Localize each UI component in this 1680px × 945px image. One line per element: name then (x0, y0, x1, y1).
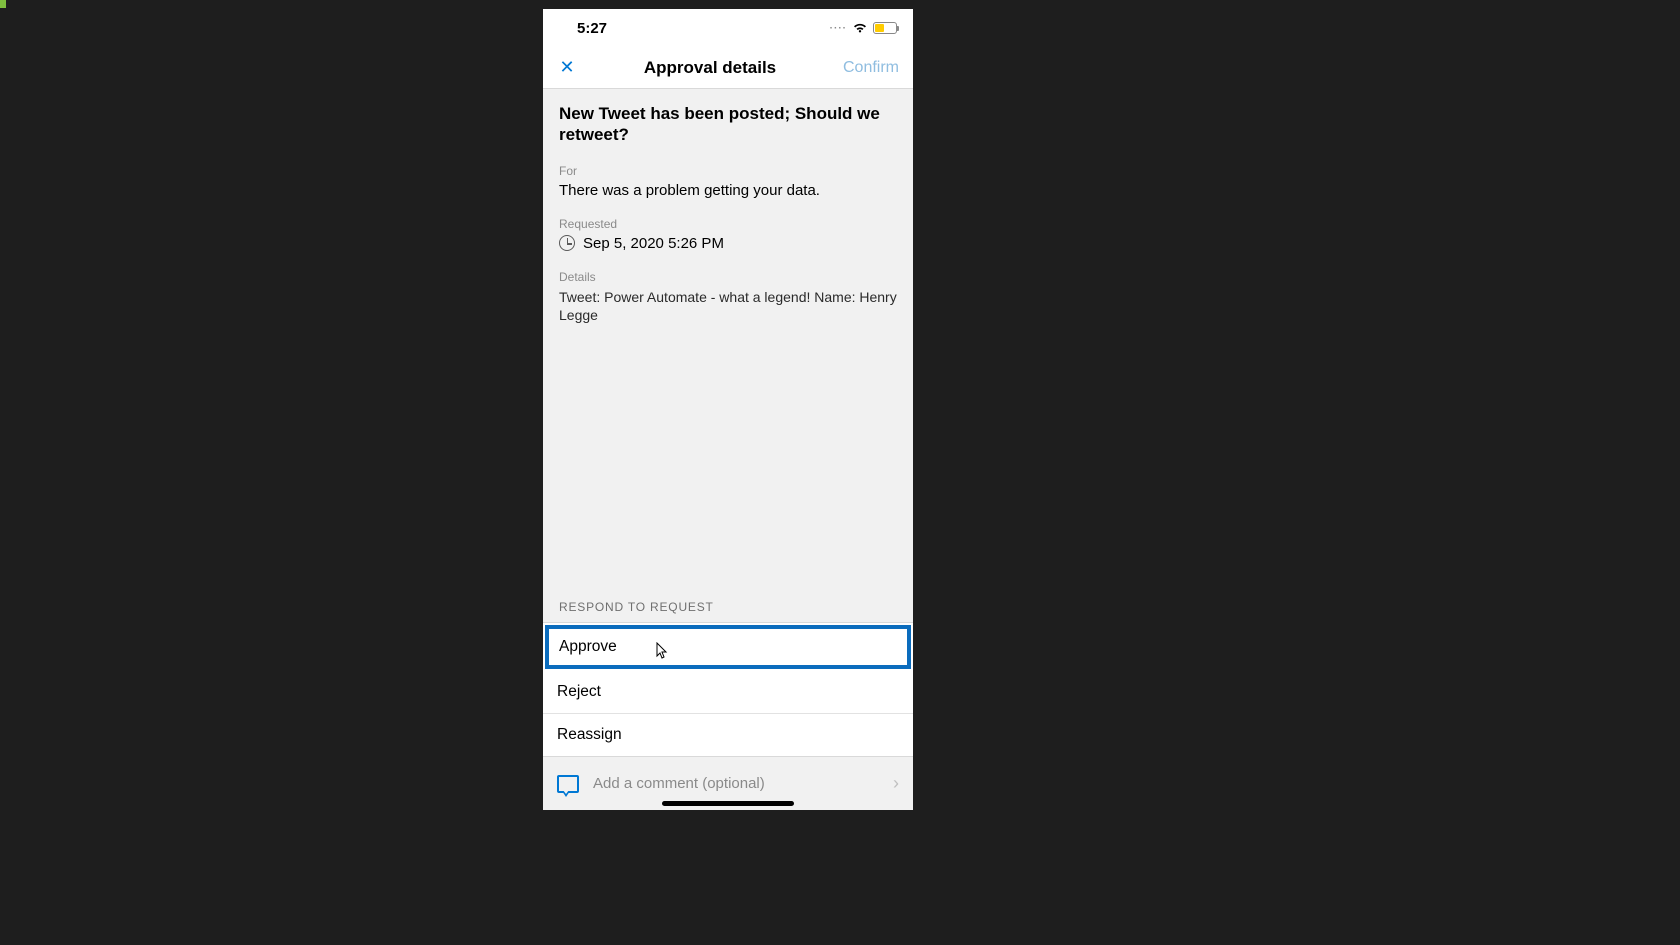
for-value: There was a problem getting your data. (559, 182, 897, 199)
scroll-body: New Tweet has been posted; Should we ret… (543, 89, 913, 810)
comment-input[interactable] (593, 775, 879, 792)
reassign-option[interactable]: Reassign (543, 714, 913, 756)
cursor-pointer-icon (656, 642, 668, 665)
nav-header: ✕ Approval details Confirm (543, 47, 913, 89)
requested-section: Requested Sep 5, 2020 5:26 PM (559, 217, 897, 252)
approve-option-label: Approve (559, 638, 617, 655)
details-label: Details (559, 270, 897, 284)
status-icons: ···· (830, 22, 897, 34)
close-button[interactable]: ✕ (555, 57, 579, 78)
home-indicator[interactable] (662, 801, 794, 806)
respond-options-list: Approve Reject Reassign (543, 622, 913, 756)
reject-option[interactable]: Reject (543, 671, 913, 714)
for-section: For There was a problem getting your dat… (559, 164, 897, 199)
respond-label: RESPOND TO REQUEST (543, 600, 913, 622)
details-value: Tweet: Power Automate - what a legend! N… (559, 288, 897, 324)
comment-bar: › (543, 756, 913, 810)
content-area: New Tweet has been posted; Should we ret… (543, 89, 913, 600)
status-bar: 5:27 ···· (543, 9, 913, 47)
requested-value: Sep 5, 2020 5:26 PM (583, 235, 724, 252)
battery-icon (873, 22, 897, 34)
approve-option[interactable]: Approve (545, 625, 911, 669)
reject-option-label: Reject (557, 683, 601, 700)
cellular-icon: ···· (830, 23, 847, 34)
respond-section: RESPOND TO REQUEST Approve Reject Reassi… (543, 600, 913, 756)
for-label: For (559, 164, 897, 178)
phone-frame: 5:27 ···· ✕ Approval details Confirm New… (543, 9, 913, 810)
chevron-right-icon[interactable]: › (893, 773, 899, 794)
approval-title: New Tweet has been posted; Should we ret… (559, 103, 897, 146)
details-section: Details Tweet: Power Automate - what a l… (559, 270, 897, 324)
comment-icon (557, 775, 579, 793)
reassign-option-label: Reassign (557, 726, 622, 743)
clock-icon (559, 235, 575, 251)
wifi-icon (852, 22, 868, 34)
status-time: 5:27 (577, 20, 607, 37)
requested-label: Requested (559, 217, 897, 231)
page-title: Approval details (579, 58, 841, 78)
green-edge-decor (0, 0, 6, 8)
confirm-button[interactable]: Confirm (841, 59, 901, 77)
